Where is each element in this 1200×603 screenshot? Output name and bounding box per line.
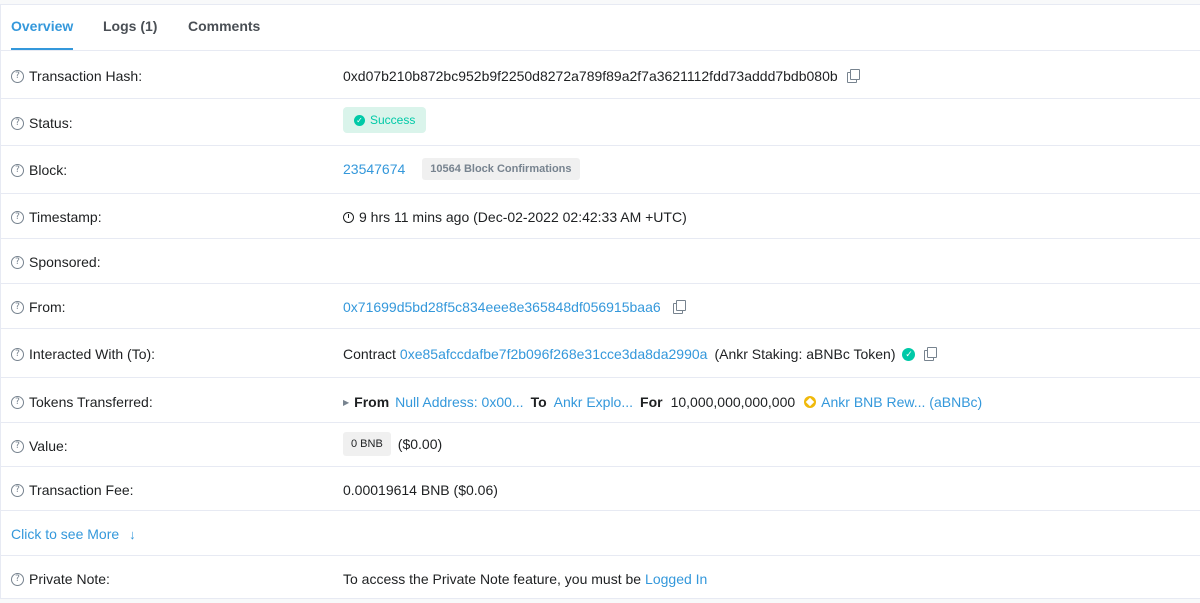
clock-icon <box>343 211 354 223</box>
transaction-card: Overview Logs (1) Comments ? Transaction… <box>0 4 1200 599</box>
row-label: ? Sponsored: <box>11 254 101 270</box>
tab-overview[interactable]: Overview <box>11 18 74 50</box>
question-circle-icon[interactable]: ? <box>11 439 24 453</box>
tab-logs[interactable]: Logs (1) <box>103 18 157 34</box>
check-circle-icon: ✓ <box>354 114 365 126</box>
row-label: ? Timestamp: <box>11 209 102 225</box>
row-value: To access the Private Note feature, you … <box>343 571 707 587</box>
see-more-text: Click to see More <box>11 526 120 542</box>
row-value: Contract 0xe85afccdafbe7f2b096f268e31cce… <box>343 346 938 362</box>
label-text: Value: <box>29 438 68 454</box>
copy-icon[interactable] <box>846 69 860 83</box>
row-block: ? Block: 23547674 10564 Block Confirmati… <box>1 146 1200 194</box>
row-transaction-fee: ? Transaction Fee: 0.00019614 BNB ($0.06… <box>1 467 1200 511</box>
question-circle-icon[interactable]: ? <box>11 300 24 314</box>
row-label: ? Value: <box>11 438 68 454</box>
token-from-label: From <box>354 394 390 410</box>
status-badge: ✓ Success <box>343 107 427 133</box>
row-status: ? Status: ✓ Success <box>1 99 1200 146</box>
timestamp-value: 9 hrs 11 mins ago (Dec-02-2022 02:42:33 … <box>359 209 687 225</box>
row-value-content: 0 BNB ($0.00) <box>343 432 442 456</box>
label-text: Tokens Transferred: <box>29 394 153 410</box>
see-more-link[interactable]: Click to see More ↓ <box>11 526 136 542</box>
row-tokens-transferred: ? Tokens Transferred: ▶ From Null Addres… <box>1 378 1200 423</box>
confirmations-badge: 10564 Block Confirmations <box>422 158 580 180</box>
question-circle-icon[interactable]: ? <box>11 572 24 586</box>
row-label: ? Status: <box>11 115 73 131</box>
value-badge: 0 BNB <box>343 432 391 456</box>
row-interacted-with: ? Interacted With (To): Contract 0xe85af… <box>1 329 1200 378</box>
label-text: Status: <box>29 115 73 131</box>
transaction-hash-value: 0xd07b210b872bc952b9f2250d8272a789f89a2f… <box>343 68 838 84</box>
verified-check-icon: ✓ <box>902 347 916 361</box>
label-text: Sponsored: <box>29 254 101 270</box>
contract-name: (Ankr Staking: aBNBc Token) <box>714 346 896 362</box>
row-value: ▶ From Null Address: 0x00... To Ankr Exp… <box>343 394 982 410</box>
row-label: ? Block: <box>11 162 67 178</box>
row-label: ? Interacted With (To): <box>11 346 155 362</box>
caret-right-icon: ▶ <box>343 397 350 407</box>
question-circle-icon[interactable]: ? <box>11 255 24 269</box>
row-value: 0x71699d5bd28f5c834eee8e365848df056915ba… <box>343 299 686 315</box>
bnb-token-icon <box>804 396 817 408</box>
label-text: Transaction Fee: <box>29 482 134 498</box>
question-circle-icon[interactable]: ? <box>11 163 24 177</box>
question-circle-icon[interactable]: ? <box>11 210 24 224</box>
row-value: ✓ Success <box>343 107 427 133</box>
row-sponsored: ? Sponsored: <box>1 239 1200 284</box>
token-to-link[interactable]: Ankr Explo... <box>554 394 633 410</box>
row-label: ? Private Note: <box>11 571 110 587</box>
row-label: ? Transaction Hash: <box>11 68 142 84</box>
copy-icon[interactable] <box>672 300 686 314</box>
question-circle-icon[interactable]: ? <box>11 483 24 497</box>
copy-icon[interactable] <box>924 347 938 361</box>
block-number-link[interactable]: 23547674 <box>343 161 405 177</box>
row-value: ? Value: 0 BNB ($0.00) <box>1 423 1200 467</box>
value-usd: ($0.00) <box>397 436 443 452</box>
label-text: Block: <box>29 162 68 178</box>
contract-address-link[interactable]: 0xe85afccdafbe7f2b096f268e31cce3da8da299… <box>400 346 708 362</box>
question-circle-icon[interactable]: ? <box>11 347 24 361</box>
transaction-fee-value: 0.00019614 BNB ($0.06) <box>343 482 498 498</box>
row-see-more: Click to see More ↓ <box>1 511 1200 556</box>
token-from-link[interactable]: Null Address: 0x00... <box>395 394 523 410</box>
tab-bar: Overview Logs (1) Comments <box>1 5 1200 51</box>
row-from: ? From: 0x71699d5bd28f5c834eee8e365848df… <box>1 284 1200 329</box>
private-note-text: To access the Private Note feature, you … <box>343 571 642 587</box>
row-timestamp: ? Timestamp: 9 hrs 11 mins ago (Dec-02-2… <box>1 194 1200 239</box>
question-circle-icon[interactable]: ? <box>11 116 24 130</box>
question-circle-icon[interactable]: ? <box>11 69 24 83</box>
status-text: Success <box>370 113 416 127</box>
row-label: ? Transaction Fee: <box>11 482 134 498</box>
token-for-label: For <box>640 394 663 410</box>
row-private-note: ? Private Note: To access the Private No… <box>1 556 1200 600</box>
token-to-label: To <box>530 394 547 410</box>
token-name-link[interactable]: Ankr BNB Rew... (aBNBc) <box>821 394 982 410</box>
label-text: Transaction Hash: <box>29 68 143 84</box>
label-text: Interacted With (To): <box>29 346 156 362</box>
token-amount: 10,000,000,000,000 <box>670 394 796 410</box>
label-text: From: <box>29 299 66 315</box>
question-circle-icon[interactable]: ? <box>11 395 24 409</box>
label-text: Timestamp: <box>29 209 102 225</box>
row-label: ? Tokens Transferred: <box>11 394 153 410</box>
row-value: 0.00019614 BNB ($0.06) <box>343 482 498 498</box>
contract-prefix: Contract <box>343 346 396 362</box>
row-label: ? From: <box>11 299 66 315</box>
logged-in-link[interactable]: Logged In <box>645 571 707 587</box>
from-address-link[interactable]: 0x71699d5bd28f5c834eee8e365848df056915ba… <box>343 299 661 315</box>
tab-comments[interactable]: Comments <box>188 18 260 34</box>
row-value: 0xd07b210b872bc952b9f2250d8272a789f89a2f… <box>343 68 860 84</box>
row-transaction-hash: ? Transaction Hash: 0xd07b210b872bc952b9… <box>1 50 1200 99</box>
row-value: 9 hrs 11 mins ago (Dec-02-2022 02:42:33 … <box>343 209 687 225</box>
row-value: 23547674 10564 Block Confirmations <box>343 158 580 180</box>
label-text: Private Note: <box>29 571 110 587</box>
arrow-down-icon: ↓ <box>129 526 136 542</box>
